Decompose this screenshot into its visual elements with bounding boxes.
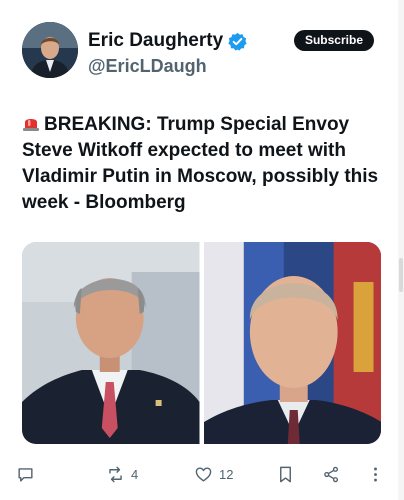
tweet-media[interactable] [22,242,381,444]
share-icon [324,466,339,482]
bookmark-button[interactable] [276,460,295,488]
more-vertical-icon [374,467,377,481]
like-button[interactable]: 12 [194,460,233,488]
share-button[interactable] [322,460,341,488]
photo-left[interactable] [22,242,200,444]
scrollbar-thumb[interactable] [399,258,403,292]
user-handle[interactable]: @EricLDaugh [88,54,247,78]
scrollbar[interactable] [398,0,404,500]
tweet-text-block: BREAKING: Trump Special Envoy Steve Witk… [22,112,384,216]
siren-emoji-icon [22,114,40,132]
avatar[interactable] [22,22,78,78]
retweet-button[interactable]: 4 [106,460,138,488]
like-count: 12 [219,466,234,482]
tweet-header: Eric Daugherty @EricLDaugh Subscribe [22,22,382,80]
verified-badge-icon [228,32,247,51]
action-bar: 4 12 [14,460,386,488]
author-names: Eric Daugherty @EricLDaugh [88,30,247,78]
display-name[interactable]: Eric Daugherty [88,30,223,52]
tweet-text: BREAKING: Trump Special Envoy Steve Witk… [22,114,379,213]
reply-button[interactable] [16,460,41,488]
subscribe-button[interactable]: Subscribe [293,30,374,51]
bookmark-icon [280,466,291,482]
retweet-icon [109,466,122,482]
photo-right[interactable] [203,242,381,444]
retweet-count: 4 [131,466,139,482]
reply-icon [18,467,33,482]
more-options-button[interactable] [366,460,385,488]
heart-icon [195,466,212,482]
